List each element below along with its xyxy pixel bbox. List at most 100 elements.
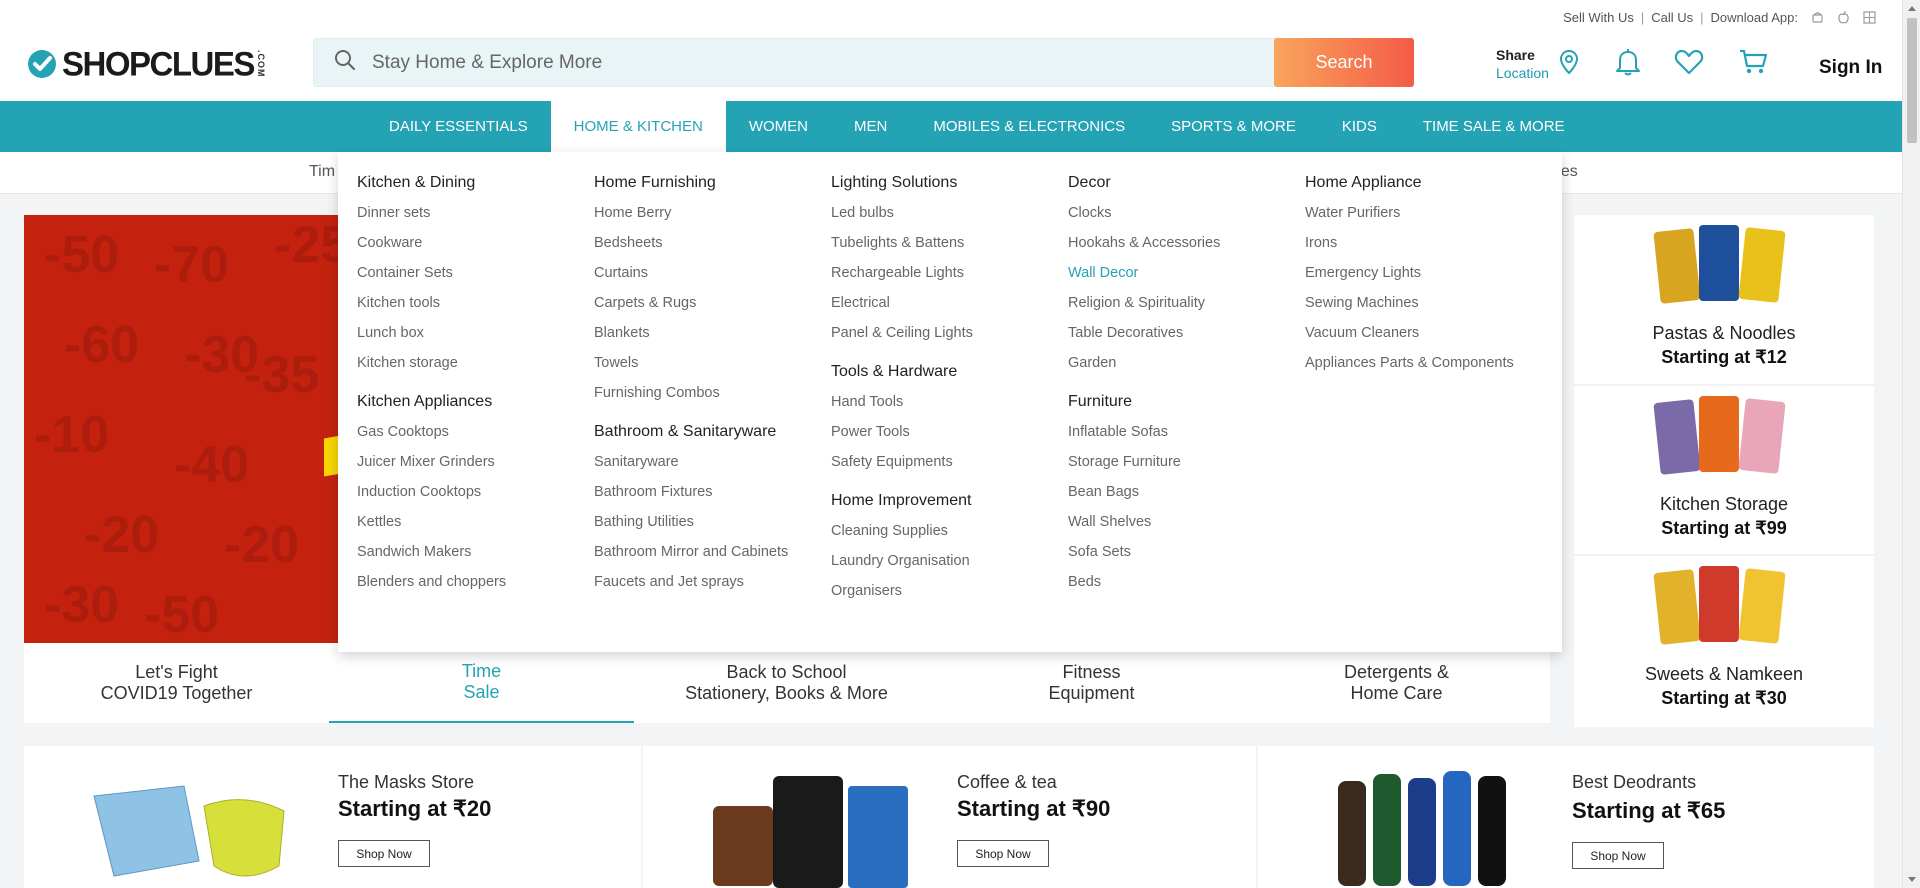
mega-menu-item-lunch-box[interactable]: Lunch box [357,318,594,348]
android-icon[interactable] [1811,11,1824,24]
mega-menu-item-faucets-and-jet-sprays[interactable]: Faucets and Jet sprays [594,567,831,597]
nav-item-sports-and-more[interactable]: SPORTS & MORE [1148,101,1319,152]
mega-menu-heading-kitchen-and-dining[interactable]: Kitchen & Dining [357,174,594,192]
mega-menu-item-home-berry[interactable]: Home Berry [594,198,831,228]
nav-item-men[interactable]: MEN [831,101,910,152]
location-pin-icon[interactable] [1558,49,1580,80]
mega-menu-item-bean-bags[interactable]: Bean Bags [1068,477,1305,507]
mega-menu-item-wall-decor[interactable]: Wall Decor [1068,258,1305,288]
mega-menu-item-cleaning-supplies[interactable]: Cleaning Supplies [831,516,1068,546]
mega-menu-item-organisers[interactable]: Organisers [831,576,1068,606]
category-card-coffee-and-tea[interactable]: Coffee & tea Starting at ₹90 Shop Now [643,746,1256,888]
mega-menu-heading-furniture[interactable]: Furniture [1068,393,1305,411]
promo-card-pastas-and-noodles[interactable]: Pastas & Noodles Starting at ₹12 [1574,215,1874,385]
mega-menu-item-kitchen-storage[interactable]: Kitchen storage [357,348,594,378]
banner-tab-back-to-school-stationery-books-and-more[interactable]: Back to School Stationery, Books & More [634,643,939,723]
mega-menu-item-hand-tools[interactable]: Hand Tools [831,387,1068,417]
mega-menu-heading-kitchen-appliances[interactable]: Kitchen Appliances [357,393,594,411]
mega-menu-heading-home-furnishing[interactable]: Home Furnishing [594,174,831,192]
nav-item-mobiles-and-electronics[interactable]: MOBILES & ELECTRONICS [910,101,1148,152]
banner-tab-time-sale[interactable]: Time Sale [329,643,634,723]
mega-menu-heading-lighting-solutions[interactable]: Lighting Solutions [831,174,1068,192]
banner-tab-fitness-equipment[interactable]: Fitness Equipment [939,643,1244,723]
mega-menu-item-towels[interactable]: Towels [594,348,831,378]
mega-menu-item-sanitaryware[interactable]: Sanitaryware [594,447,831,477]
mega-menu-item-clocks[interactable]: Clocks [1068,198,1305,228]
mega-menu-heading-tools-and-hardware[interactable]: Tools & Hardware [831,363,1068,381]
mega-menu-item-sofa-sets[interactable]: Sofa Sets [1068,537,1305,567]
mega-menu-item-blankets[interactable]: Blankets [594,318,831,348]
mega-menu-item-hookahs-and-accessories[interactable]: Hookahs & Accessories [1068,228,1305,258]
mega-menu-item-vacuum-cleaners[interactable]: Vacuum Cleaners [1305,318,1542,348]
mega-menu-item-induction-cooktops[interactable]: Induction Cooktops [357,477,594,507]
sign-in-link[interactable]: Sign In [1819,57,1882,79]
mega-menu-heading-bathroom-and-sanitaryware[interactable]: Bathroom & Sanitaryware [594,423,831,441]
mega-menu-item-water-purifiers[interactable]: Water Purifiers [1305,198,1542,228]
mega-menu-item-carpets-and-rugs[interactable]: Carpets & Rugs [594,288,831,318]
mega-menu-item-led-bulbs[interactable]: Led bulbs [831,198,1068,228]
shop-now-button[interactable]: Shop Now [338,840,430,867]
mega-menu-item-bathroom-fixtures[interactable]: Bathroom Fixtures [594,477,831,507]
mega-menu-heading-home-improvement[interactable]: Home Improvement [831,492,1068,510]
mega-menu-item-rechargeable-lights[interactable]: Rechargeable Lights [831,258,1068,288]
mega-menu-heading-decor[interactable]: Decor [1068,174,1305,192]
mega-menu-item-panel-and-ceiling-lights[interactable]: Panel & Ceiling Lights [831,318,1068,348]
nav-item-daily-essentials[interactable]: DAILY ESSENTIALS [366,101,551,152]
mega-menu-item-tubelights-and-battens[interactable]: Tubelights & Battens [831,228,1068,258]
mega-menu-item-dinner-sets[interactable]: Dinner sets [357,198,594,228]
call-us-link[interactable]: Call Us [1651,10,1693,25]
mega-menu-item-appliances-parts-and-components[interactable]: Appliances Parts & Components [1305,348,1542,378]
mega-menu-item-curtains[interactable]: Curtains [594,258,831,288]
share-location[interactable]: Share Location [1496,46,1549,82]
mega-menu-item-inflatable-sofas[interactable]: Inflatable Sofas [1068,417,1305,447]
banner-tab-detergents-and-home-care[interactable]: Detergents & Home Care [1244,643,1549,723]
mega-menu-item-bathing-utilities[interactable]: Bathing Utilities [594,507,831,537]
sell-with-us-link[interactable]: Sell With Us [1563,10,1634,25]
mega-menu-item-emergency-lights[interactable]: Emergency Lights [1305,258,1542,288]
shop-now-button[interactable]: Shop Now [957,840,1049,867]
mega-menu-item-wall-shelves[interactable]: Wall Shelves [1068,507,1305,537]
promo-card-kitchen-storage[interactable]: Kitchen Storage Starting at ₹99 [1574,386,1874,555]
apple-icon[interactable] [1837,11,1850,24]
scroll-up-arrow[interactable] [1908,6,1916,11]
mega-menu-item-irons[interactable]: Irons [1305,228,1542,258]
substrip-left-text[interactable]: Tim [309,163,335,181]
mega-menu-item-power-tools[interactable]: Power Tools [831,417,1068,447]
mega-menu-item-blenders-and-choppers[interactable]: Blenders and choppers [357,567,594,597]
mega-menu-item-electrical[interactable]: Electrical [831,288,1068,318]
mega-menu-item-sewing-machines[interactable]: Sewing Machines [1305,288,1542,318]
mega-menu-item-laundry-organisation[interactable]: Laundry Organisation [831,546,1068,576]
mega-menu-item-garden[interactable]: Garden [1068,348,1305,378]
scroll-thumb[interactable] [1907,18,1917,143]
page-scrollbar[interactable] [1902,0,1920,888]
category-card-best-deodrants[interactable]: Best Deodrants Starting at ₹65 Shop Now [1258,746,1874,888]
search-button[interactable]: Search [1274,38,1414,87]
nav-item-time-sale-and-more[interactable]: TIME SALE & MORE [1400,101,1588,152]
shop-now-button[interactable]: Shop Now [1572,842,1664,869]
category-card-the-masks-store[interactable]: The Masks Store Starting at ₹20 Shop Now [24,746,641,888]
notification-bell-icon[interactable] [1614,47,1642,82]
nav-item-kids[interactable]: KIDS [1319,101,1400,152]
mega-menu-item-cookware[interactable]: Cookware [357,228,594,258]
shopclues-logo[interactable]: SHOPCLUES .COM [27,44,266,83]
mega-menu-item-bedsheets[interactable]: Bedsheets [594,228,831,258]
mega-menu-item-gas-cooktops[interactable]: Gas Cooktops [357,417,594,447]
mega-menu-heading-home-appliance[interactable]: Home Appliance [1305,174,1542,192]
nav-item-women[interactable]: WOMEN [726,101,831,152]
cart-icon[interactable] [1738,48,1768,81]
banner-tab-let-s-fight-covid19-together[interactable]: Let's Fight COVID19 Together [24,643,329,723]
mega-menu-item-bathroom-mirror-and-cabinets[interactable]: Bathroom Mirror and Cabinets [594,537,831,567]
mega-menu-item-kitchen-tools[interactable]: Kitchen tools [357,288,594,318]
nav-item-home-and-kitchen[interactable]: HOME & KITCHEN [550,101,726,152]
windows-icon[interactable] [1863,11,1876,24]
mega-menu-item-container-sets[interactable]: Container Sets [357,258,594,288]
mega-menu-item-religion-and-spirituality[interactable]: Religion & Spirituality [1068,288,1305,318]
mega-menu-item-beds[interactable]: Beds [1068,567,1305,597]
mega-menu-item-juicer-mixer-grinders[interactable]: Juicer Mixer Grinders [357,447,594,477]
search-input[interactable] [372,51,1252,74]
mega-menu-item-safety-equipments[interactable]: Safety Equipments [831,447,1068,477]
promo-card-sweets-and-namkeen[interactable]: Sweets & Namkeen Starting at ₹30 [1574,556,1874,727]
scroll-down-arrow[interactable] [1908,877,1916,882]
mega-menu-item-furnishing-combos[interactable]: Furnishing Combos [594,378,831,408]
mega-menu-item-storage-furniture[interactable]: Storage Furniture [1068,447,1305,477]
